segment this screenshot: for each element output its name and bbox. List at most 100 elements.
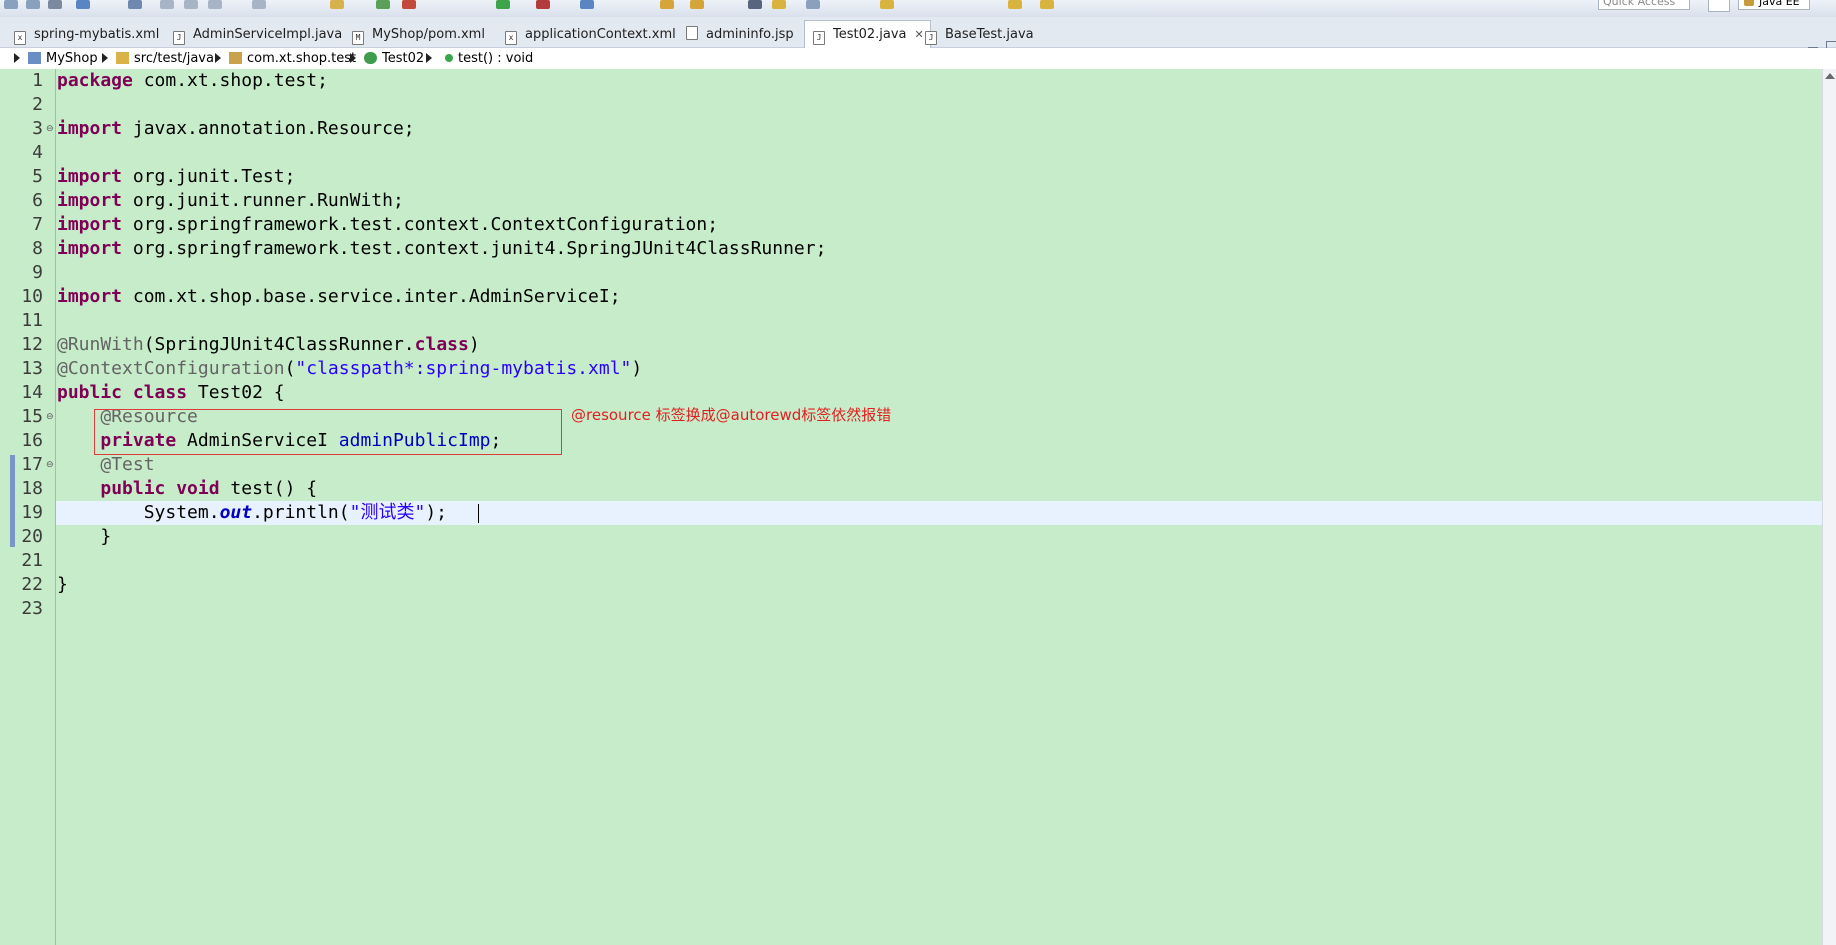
breadcrumb-label: MyShop [46,51,98,66]
code-line[interactable]: public void test() { [57,477,317,501]
code-text: ); [425,502,447,523]
run-icon[interactable] [496,0,510,9]
pin-icon[interactable] [806,0,820,9]
tab-adminserviceimpl-java[interactable]: J AdminServiceImpl.java [173,22,342,47]
code-text: org.springframework.test.context.Context… [122,214,719,235]
forward-icon[interactable] [1040,0,1054,9]
annotation: @RunWith [57,334,144,355]
breadcrumb-source-folder[interactable]: src/test/java [116,48,214,69]
code-line[interactable]: public class Test02 { [57,381,285,405]
tab-label: AdminServiceImpl.java [193,27,343,42]
code-text: com.xt.shop.test; [132,70,328,91]
open-type-icon[interactable] [660,0,674,9]
code-line[interactable]: import com.xt.shop.base.service.inter.Ad… [57,285,621,309]
search-icon[interactable] [128,0,142,9]
server-icon[interactable] [330,0,344,9]
tab-spring-mybatis-xml[interactable]: x spring-mybatis.xml [14,22,159,47]
jsp-file-icon [686,26,698,40]
open-perspective-button[interactable] [1708,0,1730,12]
code-line[interactable]: @Test [57,453,155,477]
debug-icon[interactable] [376,0,390,9]
keyword: public class [57,382,188,403]
overview-ruler[interactable] [1822,69,1836,945]
line-number: 20 [21,526,43,547]
annotation-next-icon[interactable] [880,0,894,9]
tab-admininfo-jsp[interactable]: admininfo.jsp [686,22,794,47]
line-number: 10 [21,286,43,307]
line-number: 1 [32,70,43,91]
back-icon[interactable] [1008,0,1022,9]
disconnect-icon[interactable] [252,0,266,9]
code-line[interactable]: } [57,573,68,597]
code-text: javax.annotation.Resource; [122,118,415,139]
package-icon [229,52,242,64]
open-task-icon[interactable] [690,0,704,9]
text-caret [478,504,479,523]
save-icon[interactable] [4,0,18,9]
breadcrumb-package[interactable]: com.xt.shop.test [229,48,356,69]
code-line[interactable]: import org.junit.runner.RunWith; [57,189,404,213]
perspective-label: Java EE [1759,0,1800,8]
code-line[interactable]: import org.junit.Test; [57,165,295,189]
code-line[interactable]: package com.xt.shop.test; [57,69,328,93]
bug-icon[interactable] [402,0,416,9]
code-text: } [100,526,112,547]
tab-test02-java[interactable]: J Test02.java ✕ [804,20,931,49]
step-over-icon[interactable] [184,0,198,9]
fold-icon[interactable]: ⊖ [46,117,54,141]
close-icon[interactable]: ✕ [915,21,924,49]
save-all-icon[interactable] [26,0,40,9]
method-icon [445,54,453,62]
breadcrumb-method[interactable]: test() : void [445,48,533,69]
annotation-gutter[interactable] [0,69,21,945]
chevron-right-icon[interactable] [14,53,20,63]
chevron-up-icon[interactable] [1825,73,1835,79]
tab-basetest-java[interactable]: J BaseTest.java [925,22,1034,47]
keyword: import [57,118,123,139]
code-editor[interactable]: 1 2 3 ⊖ 4 5 6 7 8 9 10 11 12 13 14 15 ⊖ … [0,69,1836,945]
line-number: 3 [32,118,43,139]
new-class-icon[interactable] [580,0,594,9]
line-number: 23 [21,598,43,619]
tab-myshop-pom-xml[interactable]: M MyShop/pom.xml [352,22,485,47]
java-file-icon: J [925,31,937,45]
fold-icon[interactable]: ⊖ [46,453,54,477]
code-line[interactable]: import org.springframework.test.context.… [57,237,826,261]
perspective-java-ee-button[interactable]: Java EE [1738,0,1810,10]
run-external-icon[interactable] [536,0,550,9]
main-toolbar: Quick Access Java EE [0,0,1836,18]
breadcrumb-project[interactable]: MyShop [28,48,98,69]
code-line[interactable]: import org.springframework.test.context.… [57,213,718,237]
tab-label: admininfo.jsp [706,27,794,42]
chevron-right-icon[interactable] [102,53,108,63]
tab-applicationcontext-xml[interactable]: x applicationContext.xml [505,22,676,47]
chevron-right-icon[interactable] [426,53,432,63]
print-icon[interactable] [48,0,62,9]
keyword: import [57,214,123,235]
chevron-right-icon[interactable] [350,53,356,63]
line-number-ruler[interactable]: 1 2 3 ⊖ 4 5 6 7 8 9 10 11 12 13 14 15 ⊖ … [21,69,55,945]
mark-occurrences-icon[interactable] [772,0,786,9]
code-line[interactable]: } [57,525,111,549]
code-line[interactable]: import javax.annotation.Resource; [57,117,415,141]
line-number: 16 [21,430,43,451]
toggle-breadcrumb-icon[interactable] [748,0,762,9]
breadcrumb-label: src/test/java [134,51,214,66]
line-number: 17 [21,454,43,475]
step-return-icon[interactable] [208,0,222,9]
line-number: 12 [21,334,43,355]
annotation: @Test [100,454,155,475]
build-icon[interactable] [76,0,90,9]
quick-access-field[interactable]: Quick Access [1598,0,1690,10]
java-file-icon: J [173,31,185,45]
code-line[interactable]: @ContextConfiguration("classpath*:spring… [57,357,642,381]
keyword: import [57,190,123,211]
string-literal: "classpath*:spring-mybatis.xml" [295,358,632,379]
breadcrumb-label: Test02 [382,51,425,66]
step-into-icon[interactable] [160,0,174,9]
chevron-right-icon[interactable] [215,53,221,63]
code-line[interactable]: @RunWith(SpringJUnit4ClassRunner.class) [57,333,480,357]
code-line[interactable]: System.out.println("测试类"); [57,501,447,525]
breadcrumb-class[interactable]: Test02 [364,48,424,69]
fold-icon[interactable]: ⊖ [46,405,54,429]
